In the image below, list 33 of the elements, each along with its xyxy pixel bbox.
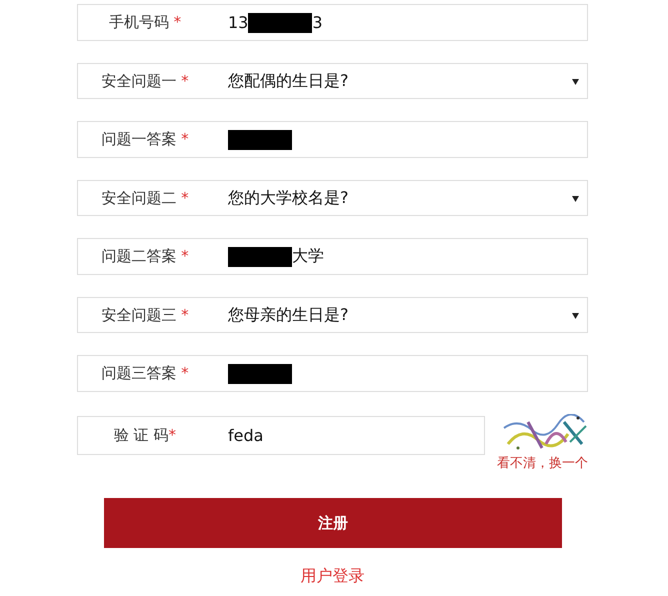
question-select[interactable]: 安全问题三 * 您母亲的生日是? (77, 297, 588, 333)
field-value: 您配偶的生日是? (228, 70, 348, 92)
caret-icon (572, 79, 579, 85)
redaction-bar (228, 364, 292, 384)
field-label: 问题一答案 * (100, 130, 190, 149)
field-value: 13 (228, 13, 248, 32)
input-field[interactable]: 问题一答案 * (77, 121, 588, 158)
redaction-bar (248, 12, 312, 32)
redaction-bar (228, 246, 292, 266)
input-field[interactable]: 问题三答案 * (77, 355, 588, 392)
field-label: 问题三答案 * (100, 364, 190, 383)
field-label: 问题二答案 * (100, 247, 190, 266)
field-value: feda (228, 426, 264, 445)
login-link[interactable]: 用户登录 (300, 566, 364, 587)
caret-icon (572, 196, 579, 202)
question-select[interactable]: 安全问题一 * 您配偶的生日是? (77, 63, 588, 99)
field-value: 您的大学校名是? (228, 188, 348, 208)
field-label: 验 证 码* (112, 426, 178, 445)
question-select[interactable]: 安全问题二 * 您的大学校名是? (77, 180, 588, 216)
field-label: 安全问题三 * (100, 306, 190, 324)
field-label: 手机号码 * (108, 13, 182, 32)
field-value: 大学 (292, 246, 324, 267)
field-label: 安全问题二 * (100, 188, 190, 208)
field-label: 安全问题一 * (100, 72, 190, 90)
input-field[interactable]: 手机号码 * 13 3 (77, 4, 588, 41)
field-value: 3 (312, 13, 323, 32)
field-value: 您母亲的生日是? (228, 304, 348, 326)
input-field[interactable]: 问题二答案 * 大学 (77, 238, 588, 275)
caret-icon (572, 313, 579, 319)
register-button[interactable]: 注册 (104, 498, 562, 548)
refresh-link[interactable]: 看不清，换一个 (497, 454, 588, 472)
redaction-bar (228, 130, 292, 150)
captcha-field[interactable]: 验 证 码* feda (77, 416, 485, 455)
